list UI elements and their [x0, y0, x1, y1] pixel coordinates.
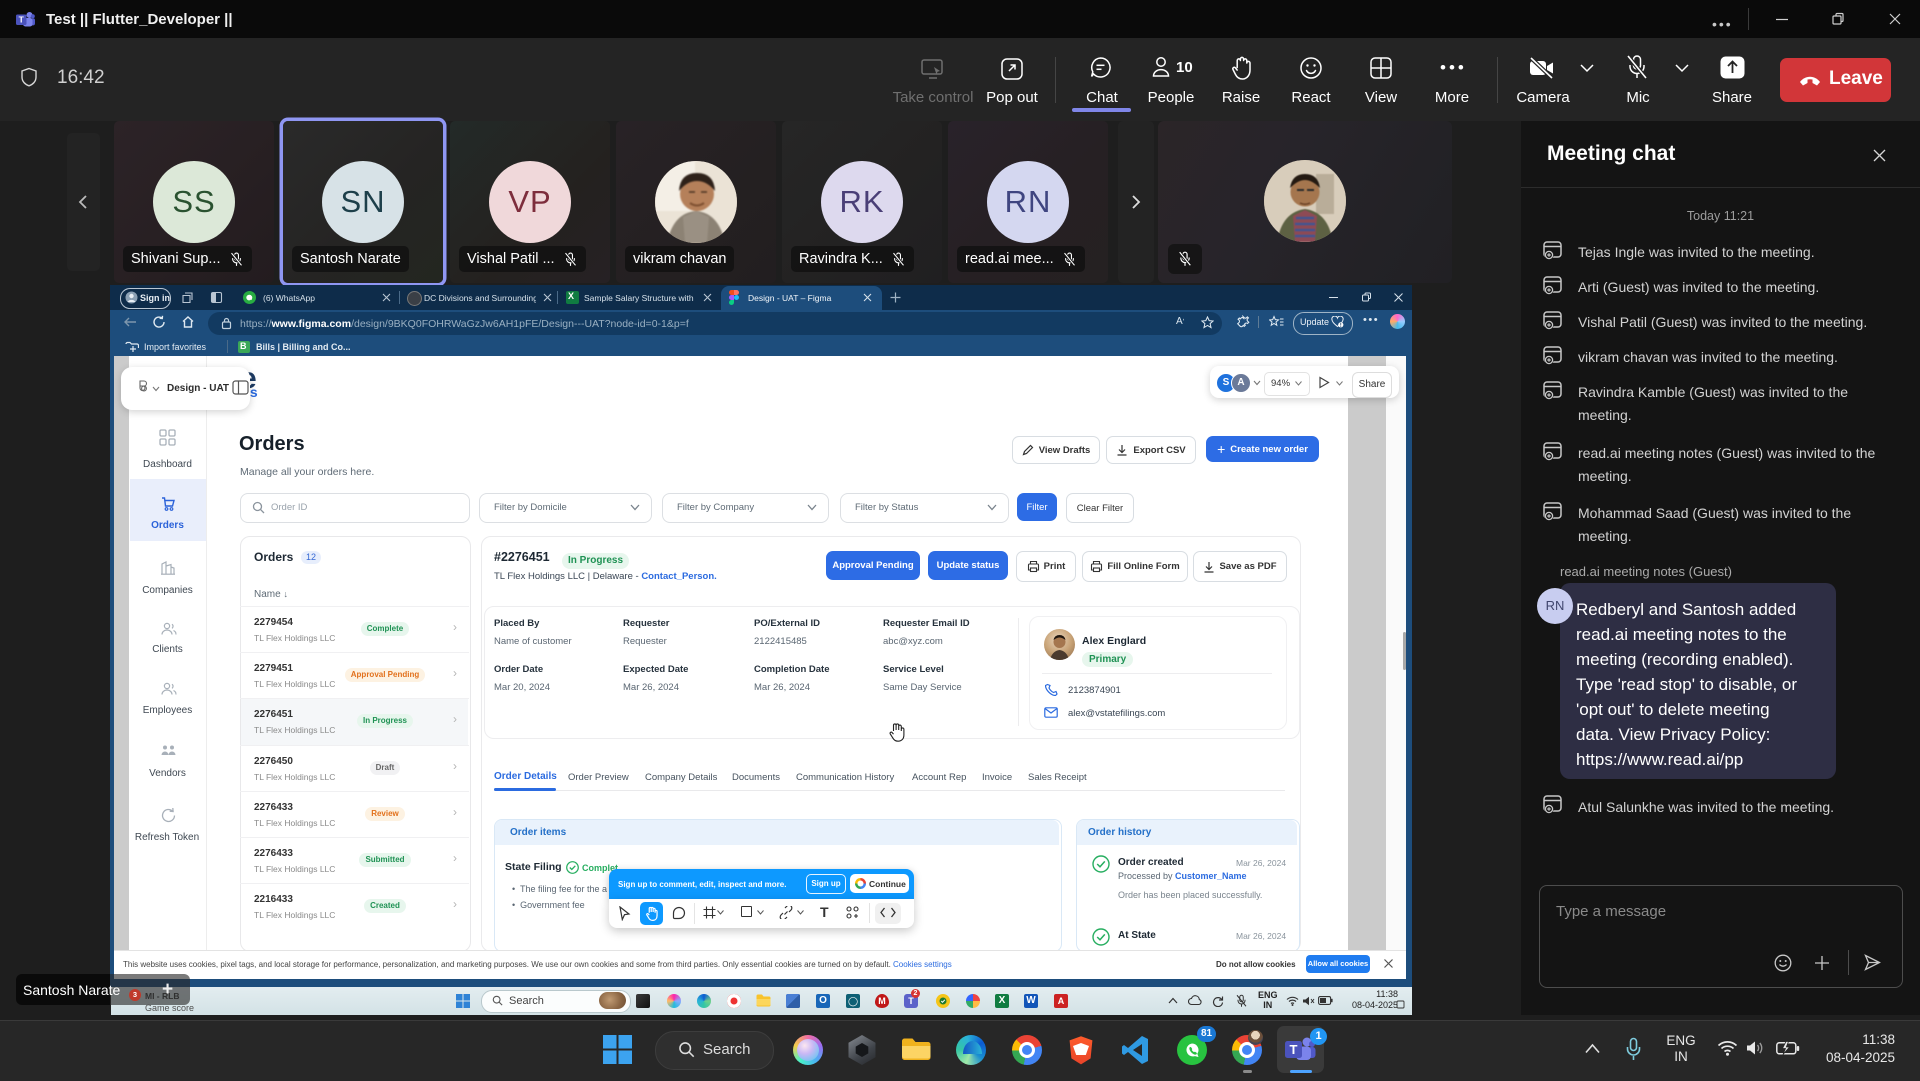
svg-text:T: T: [19, 15, 25, 25]
svg-text:!: !: [1340, 323, 1342, 328]
svg-text:T: T: [1290, 1042, 1298, 1057]
